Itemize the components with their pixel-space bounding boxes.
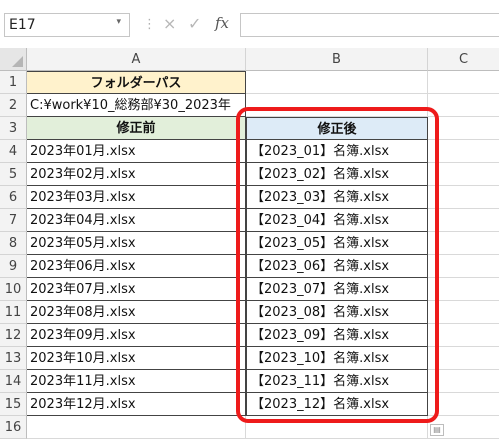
cell-a10[interactable]: 2023年07月.xlsx xyxy=(27,278,246,301)
quick-analysis-icon[interactable]: ▤ xyxy=(430,424,444,436)
select-all-icon xyxy=(12,56,23,67)
name-box-value: E17 xyxy=(9,17,36,33)
row-header-13[interactable]: 13 xyxy=(0,347,27,370)
cell-a15[interactable]: 2023年12月.xlsx xyxy=(27,393,246,416)
insert-function-icon[interactable]: fx xyxy=(215,14,229,32)
select-all-button[interactable] xyxy=(0,48,27,71)
cell-a9[interactable]: 2023年06月.xlsx xyxy=(27,255,246,278)
row-header-1[interactable]: 1 xyxy=(0,71,27,94)
cell-c2[interactable] xyxy=(428,94,499,117)
name-box[interactable]: E17 ▾ xyxy=(4,13,130,37)
cell-a12[interactable]: 2023年09月.xlsx xyxy=(27,324,246,347)
column-header-c[interactable]: C xyxy=(428,48,499,71)
row-header-6[interactable]: 6 xyxy=(0,186,27,209)
row-header-11[interactable]: 11 xyxy=(0,301,27,324)
chevron-down-icon[interactable]: ▾ xyxy=(116,17,121,27)
cell-a1[interactable]: フォルダーパス xyxy=(27,71,246,94)
cell-a8[interactable]: 2023年05月.xlsx xyxy=(27,232,246,255)
row-header-12[interactable]: 12 xyxy=(0,324,27,347)
row-header-15[interactable]: 15 xyxy=(0,393,27,416)
cell-a3[interactable]: 修正前 xyxy=(27,117,246,140)
row-header-5[interactable]: 5 xyxy=(0,163,27,186)
row-header-3[interactable]: 3 xyxy=(0,117,27,140)
formula-bar: E17 ▾ ⋮ × ✓ fx xyxy=(0,0,499,48)
close-icon[interactable]: × xyxy=(163,14,176,33)
row-header-9[interactable]: 9 xyxy=(0,255,27,278)
row-header-14[interactable]: 14 xyxy=(0,370,27,393)
cell-a14[interactable]: 2023年11月.xlsx xyxy=(27,370,246,393)
column-header-a[interactable]: A xyxy=(27,48,246,71)
cell-a6[interactable]: 2023年03月.xlsx xyxy=(27,186,246,209)
cell-a7[interactable]: 2023年04月.xlsx xyxy=(27,209,246,232)
cell-a11[interactable]: 2023年08月.xlsx xyxy=(27,301,246,324)
cell-a5[interactable]: 2023年02月.xlsx xyxy=(27,163,246,186)
highlight-box xyxy=(236,107,439,423)
cell-c1[interactable] xyxy=(428,71,499,94)
separator-icon: ⋮ xyxy=(143,17,156,32)
row-header-8[interactable]: 8 xyxy=(0,232,27,255)
formula-input[interactable] xyxy=(240,13,499,37)
check-icon[interactable]: ✓ xyxy=(188,14,201,33)
cell-a16[interactable] xyxy=(27,416,246,439)
cell-a2[interactable]: C:¥work¥10_総務部¥30_2023年 xyxy=(27,94,246,117)
row-header-4[interactable]: 4 xyxy=(0,140,27,163)
row-header-10[interactable]: 10 xyxy=(0,278,27,301)
row-header-16[interactable]: 16 xyxy=(0,416,27,439)
cell-a4[interactable]: 2023年01月.xlsx xyxy=(27,140,246,163)
column-header-b[interactable]: B xyxy=(246,48,428,71)
row-header-2[interactable]: 2 xyxy=(0,94,27,117)
row-header-7[interactable]: 7 xyxy=(0,209,27,232)
cell-a13[interactable]: 2023年10月.xlsx xyxy=(27,347,246,370)
cell-b1[interactable] xyxy=(246,71,428,94)
